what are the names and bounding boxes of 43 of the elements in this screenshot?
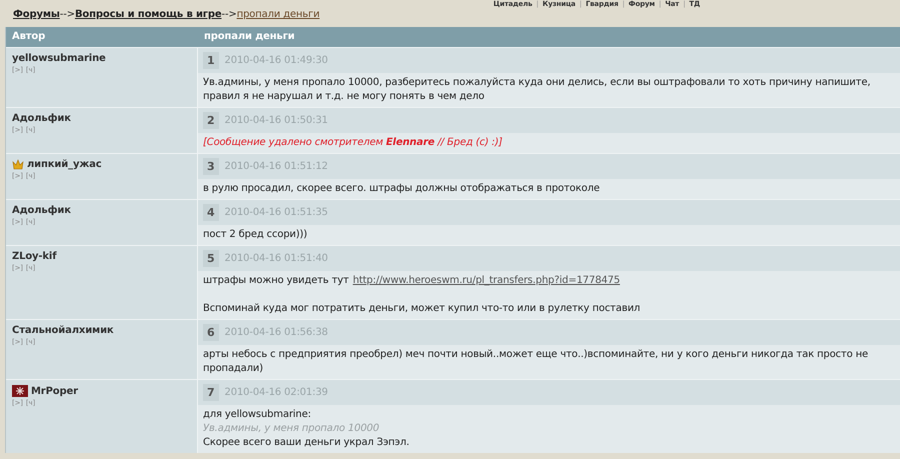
- post-number: 4: [203, 204, 219, 221]
- deleted-notice: [Сообщение удалено смотрителем Elennare // Бред (с) :)]: [203, 136, 504, 150]
- post-time: 2010-04-16 01:51:35: [224, 207, 328, 218]
- post-text: пропадали): [203, 362, 264, 376]
- breadcrumb-link[interactable]: Форумы: [13, 9, 60, 20]
- post-number: 2: [203, 112, 219, 129]
- breadcrumb-separator: -->: [222, 9, 237, 20]
- post-text: в рулю просадил, скорее всего. штрафы должны отображаться в протоколе: [203, 182, 601, 196]
- emblem-icon: [12, 385, 28, 397]
- author-name: Адольфик: [12, 205, 71, 216]
- post-time: 2010-04-16 01:51:40: [224, 253, 328, 264]
- author-name: ZLoy-kif: [12, 251, 56, 262]
- post-time: 2010-04-16 01:49:30: [224, 55, 328, 66]
- breadcrumb-separator: -->: [60, 9, 75, 20]
- quoted-text: Ув.админы, у меня пропало 10000: [203, 422, 380, 436]
- author-name: Адольфик: [12, 113, 71, 124]
- post-text: Ув.админы, у меня пропало 10000, разберитесь пожалуйста куда они делись, если вы оштрафовали то хоть причину напишите,: [203, 76, 872, 90]
- column-header: Автор: [6, 27, 198, 47]
- post-number: 1: [203, 52, 219, 69]
- post-time: 2010-04-16 01:50:31: [224, 115, 328, 126]
- author-name: MrPoper: [31, 386, 78, 396]
- post-number: 7: [203, 384, 219, 401]
- author-name: Стальнойалхимик: [12, 325, 114, 336]
- post-text: пост 2 бред ссори))): [203, 228, 308, 242]
- post-number: 3: [203, 158, 219, 175]
- crown-icon: [12, 159, 24, 170]
- post-text: Скорее всего ваши деньги украл Зэпэл.: [203, 436, 410, 450]
- post-text: штрафы можно увидеть тут: [203, 274, 349, 288]
- post-link[interactable]: http://www.heroeswm.ru/pl_transfers.php?id=1778475: [352, 274, 620, 288]
- author-name: липкий_ужас: [27, 159, 102, 170]
- post-time: 2010-04-16 02:01:39: [224, 387, 328, 398]
- breadcrumb-link[interactable]: пропали деньги: [236, 9, 320, 20]
- post-time: 2010-04-16 01:51:12: [224, 161, 328, 172]
- post-text: для yellowsubmarine:: [203, 408, 312, 422]
- post-number: 6: [203, 324, 219, 341]
- author-name: yellowsubmarine: [12, 53, 106, 64]
- post-time: 2010-04-16 01:56:38: [224, 327, 328, 338]
- post-text: правил я не нарушал и т.д. не могу понять в чем дело: [203, 90, 486, 104]
- post-text: Вспоминай куда мог потратить деньги, может купил что-то или в рулетку поставил: [203, 302, 642, 316]
- breadcrumb-link[interactable]: Вопросы и помощь в игре: [74, 9, 222, 20]
- post-number: 5: [203, 250, 219, 267]
- post-text: арты небось с предприятия преобрел) меч почти новый..может еще что..)вспоминайте, ни у кого деньги никогда так просто не: [203, 348, 869, 362]
- column-header: пропали деньги: [198, 27, 900, 47]
